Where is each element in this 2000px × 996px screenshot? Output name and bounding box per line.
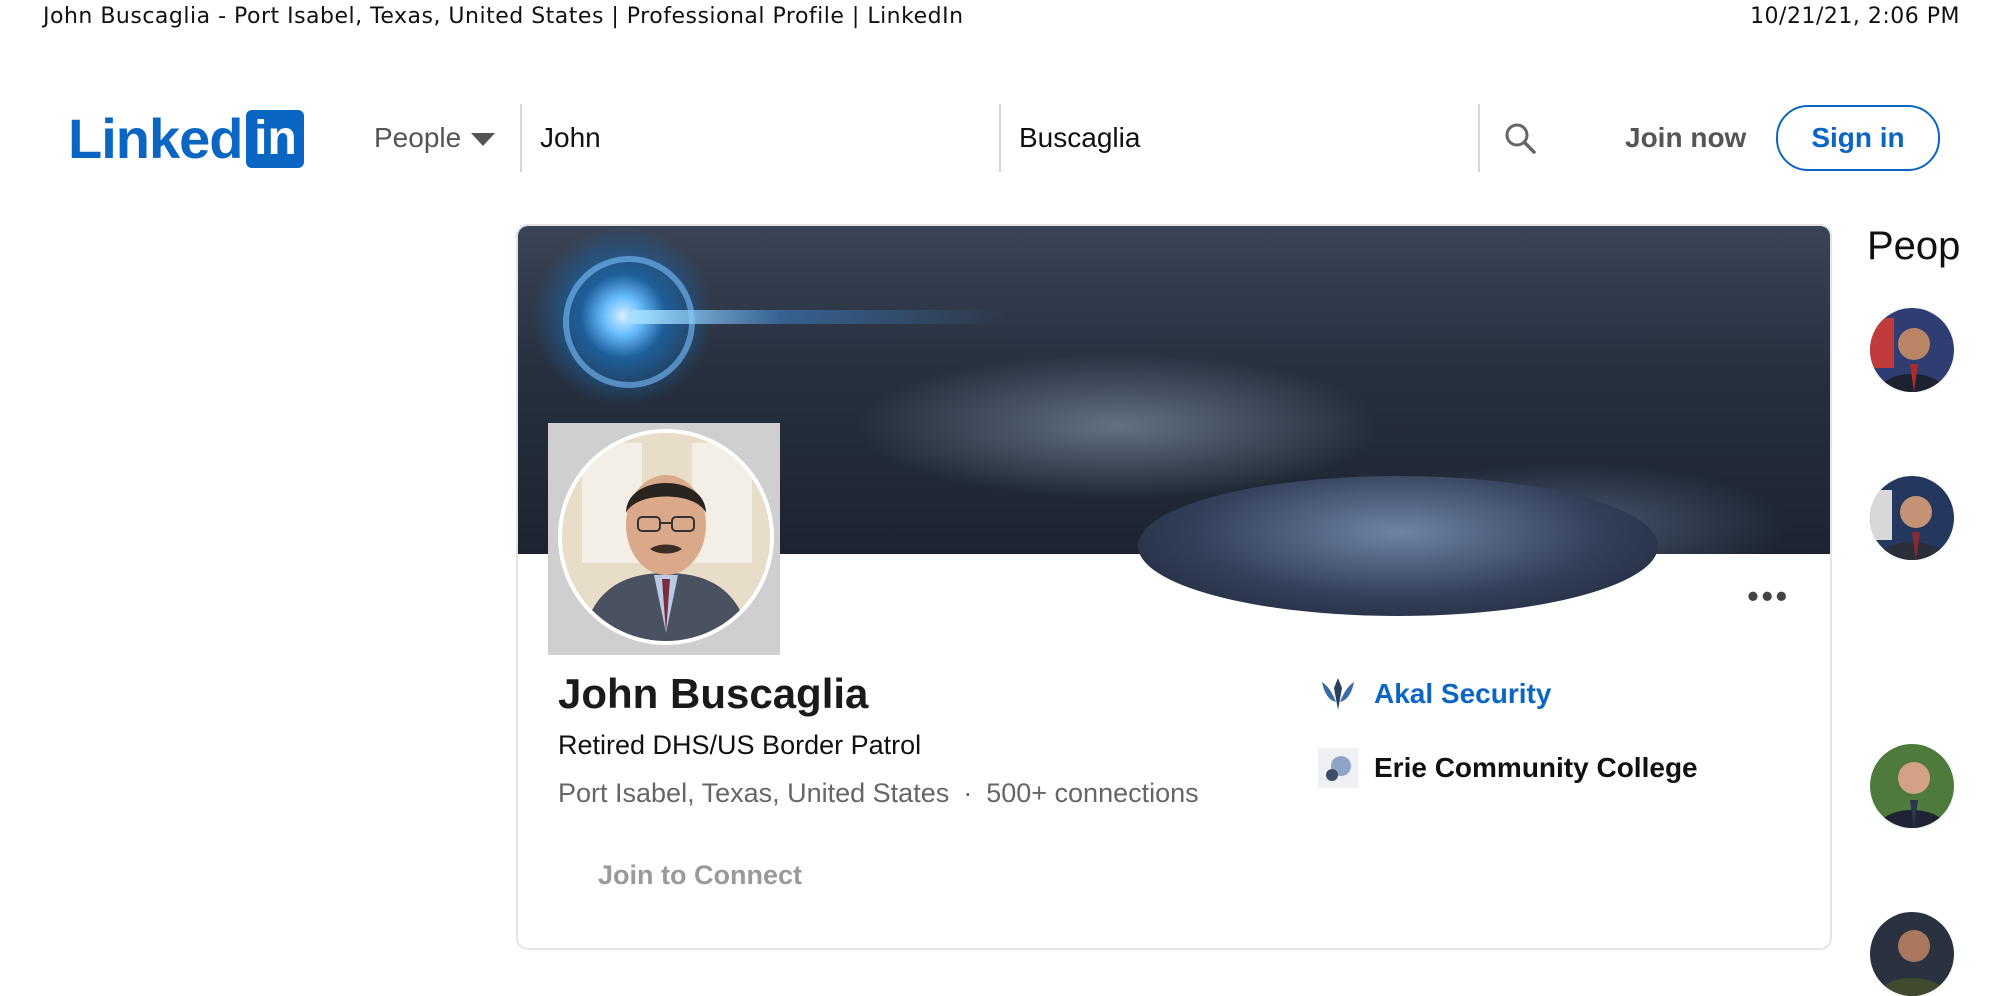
avatar-illustration [562, 433, 770, 641]
suggested-profile-avatar[interactable] [1870, 308, 1954, 392]
more-options-button[interactable]: ••• [1747, 578, 1790, 615]
search-icon [1505, 123, 1536, 154]
people-also-viewed-title: Peop [1867, 224, 1961, 268]
join-now-link[interactable]: Join now [1625, 122, 1746, 154]
suggested-profile-avatar[interactable] [1870, 912, 1954, 996]
akal-security-logo [1318, 674, 1358, 714]
page-title: John Buscaglia - Port Isabel, Texas, Uni… [43, 4, 964, 29]
profile-photo-frame [548, 423, 780, 655]
logo-box: in [246, 110, 305, 168]
last-name-field-wrap [999, 104, 1479, 172]
experience-akal-security[interactable]: Akal Security [1318, 674, 1551, 714]
chevron-down-icon [471, 132, 496, 146]
erie-college-logo [1318, 748, 1358, 788]
sign-in-button[interactable]: Sign in [1776, 105, 1940, 171]
top-nav: Linked in People Join now Sign in [0, 104, 2000, 174]
cover-light-beam [628, 310, 1008, 324]
suggested-profile-avatar[interactable] [1870, 476, 1954, 560]
profile-name: John Buscaglia [558, 670, 869, 717]
profile-location: Port Isabel, Texas, United States [558, 778, 950, 808]
school-name: Erie Community College [1374, 752, 1698, 783]
profile-card: ••• John Buscaglia Retired DHS/US Border… [516, 224, 1832, 950]
logo-word: Linked [68, 107, 243, 170]
people-dropdown[interactable]: People [374, 122, 496, 154]
people-dropdown-label: People [374, 122, 462, 153]
education-erie-community-college[interactable]: Erie Community College [1318, 748, 1698, 788]
profile-headline: Retired DHS/US Border Patrol [558, 730, 922, 760]
first-name-input[interactable] [522, 104, 998, 172]
print-timestamp: 10/21/21, 2:06 PM [1750, 4, 1960, 29]
profile-meta: Port Isabel, Texas, United States · 500+ c… [558, 778, 1199, 809]
company-name: Akal Security [1374, 678, 1552, 709]
first-name-field-wrap [520, 104, 1000, 172]
linkedin-logo[interactable]: Linked in [68, 107, 305, 170]
search-button[interactable] [1478, 104, 1560, 172]
suggested-profile-avatar[interactable] [1870, 744, 1954, 828]
profile-connections: 500+ connections [986, 778, 1199, 808]
cover-vehicle-shape [1138, 476, 1658, 616]
profile-photo [558, 429, 774, 645]
meta-separator: · [963, 778, 973, 808]
join-to-connect-button[interactable]: Join to Connect [598, 860, 802, 891]
print-header: John Buscaglia - Port Isabel, Texas, Uni… [43, 4, 1960, 34]
last-name-input[interactable] [1001, 104, 1477, 172]
